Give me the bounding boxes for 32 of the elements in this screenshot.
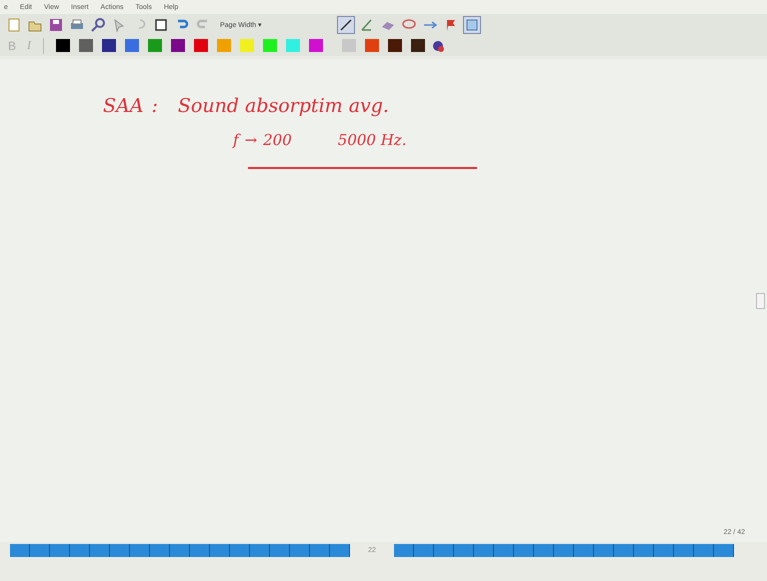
color-swatch[interactable] — [240, 39, 254, 52]
handwritten-text: Sound absorptim avg. — [178, 95, 389, 117]
color-swatch[interactable] — [171, 39, 185, 52]
color-swatch[interactable] — [342, 39, 356, 52]
save-icon[interactable] — [48, 16, 64, 32]
square-icon[interactable] — [153, 16, 169, 32]
handwritten-number: 5000 Hz. — [338, 131, 406, 149]
color-swatch[interactable] — [411, 39, 425, 52]
handwritten-label: SAA — [103, 95, 144, 117]
pen-icon[interactable] — [338, 16, 354, 32]
color-swatch[interactable] — [102, 39, 116, 52]
color-swatch[interactable] — [194, 39, 208, 52]
color-swatch[interactable] — [309, 39, 323, 52]
color-swatch[interactable] — [365, 39, 379, 52]
page-strip[interactable] — [394, 544, 734, 557]
select-icon[interactable] — [464, 16, 480, 32]
handwritten-number: 200 — [263, 131, 292, 149]
color-swatch[interactable] — [148, 39, 162, 52]
color-swatch[interactable] — [388, 39, 402, 52]
color-swatch[interactable] — [56, 39, 70, 52]
color-swatch[interactable] — [125, 39, 139, 52]
color-swatch[interactable] — [79, 39, 93, 52]
new-page-icon[interactable] — [6, 16, 22, 32]
handwritten-arrow: → — [244, 131, 258, 149]
color-swatch[interactable] — [263, 39, 277, 52]
search-icon[interactable] — [90, 16, 106, 32]
page-strip[interactable] — [10, 544, 350, 557]
scroll-thumb[interactable] — [756, 292, 764, 308]
color-swatch[interactable] — [217, 39, 231, 52]
handwritten-colon: : — [151, 95, 158, 117]
handwritten-variable: f — [233, 131, 239, 149]
color-swatch[interactable] — [286, 39, 300, 52]
